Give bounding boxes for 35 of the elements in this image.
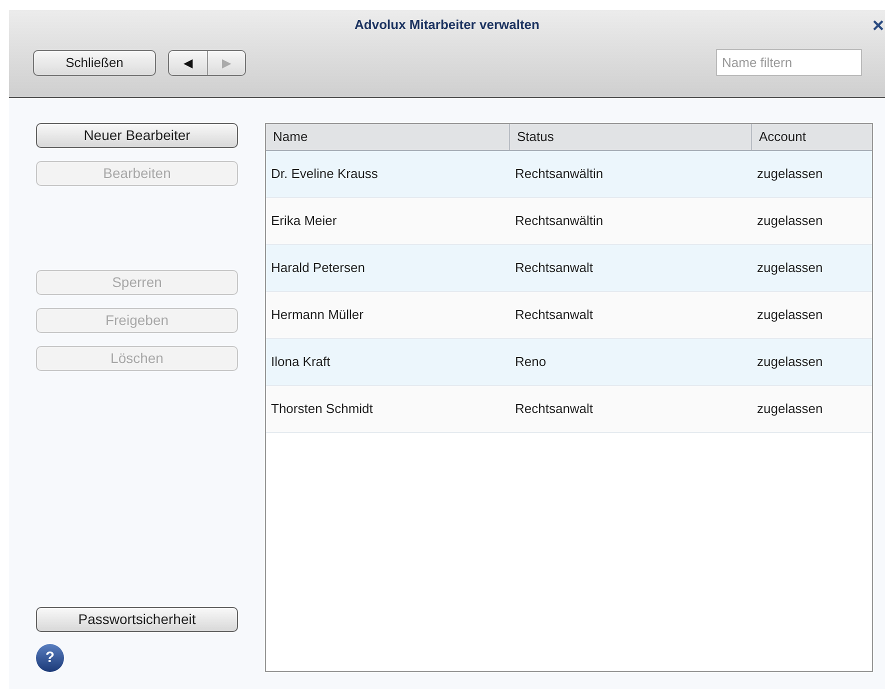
column-header[interactable]: Status: [510, 124, 752, 150]
table-cell-text: Harald Petersen: [270, 259, 366, 278]
table-cell-text: Rechtsanwalt: [514, 400, 594, 418]
table-cell-text: Ilona Kraft: [270, 353, 332, 372]
help-icon[interactable]: ?: [36, 644, 64, 672]
table-cell-text: Thorsten Schmidt: [270, 400, 374, 418]
table-cell-text: zugelassen: [756, 165, 824, 184]
table-cell-text: Rechtsanwalt: [514, 259, 594, 278]
filter-field[interactable]: Name filtern: [716, 49, 862, 76]
table-cell-text: Reno: [514, 353, 548, 372]
table-row[interactable]: Erika Meier Rechtsanwältin zugelassen: [266, 198, 872, 245]
table-cell-text: Rechtsanwältin: [514, 165, 604, 184]
table-cell-text: zugelassen: [756, 400, 824, 418]
table-row[interactable]: Thorsten Schmidt Rechtsanwalt zugelassen: [266, 386, 872, 433]
table-row[interactable]: Hermann Müller Rechtsanwalt zugelassen: [266, 292, 872, 339]
action-button[interactable]: Passwortsicherheit: [36, 607, 238, 632]
close-dialog-button[interactable]: Schließen: [33, 50, 156, 76]
table-cell-text: Dr. Eveline Krauss: [270, 165, 379, 184]
column-header[interactable]: Name: [266, 124, 510, 150]
table-cell-text: Hermann Müller: [270, 306, 364, 324]
table-cell-text: zugelassen: [756, 353, 824, 372]
table-cell-text: Erika Meier: [270, 212, 338, 230]
table-cell-text: Rechtsanwalt: [514, 306, 594, 324]
column-header[interactable]: Account: [752, 124, 872, 150]
window-title: Advolux Mitarbeiter verwalten: [354, 16, 540, 34]
table-row[interactable]: Harald Petersen Rechtsanwalt zugelassen: [266, 245, 872, 292]
close-button[interactable]: ×: [872, 16, 884, 36]
table-row[interactable]: Ilona Kraft Reno zugelassen: [266, 339, 872, 386]
table-cell-text: zugelassen: [756, 259, 824, 278]
table-cell-text: zugelassen: [756, 306, 824, 324]
action-button[interactable]: Neuer Bearbeiter: [36, 123, 238, 148]
previous-button[interactable]: ◀: [169, 50, 207, 74]
table-cell-text: Rechtsanwältin: [514, 212, 604, 230]
table-row[interactable]: Dr. Eveline Krauss Rechtsanwältin zugelassen: [266, 151, 872, 198]
table-cell-text: zugelassen: [756, 212, 824, 230]
